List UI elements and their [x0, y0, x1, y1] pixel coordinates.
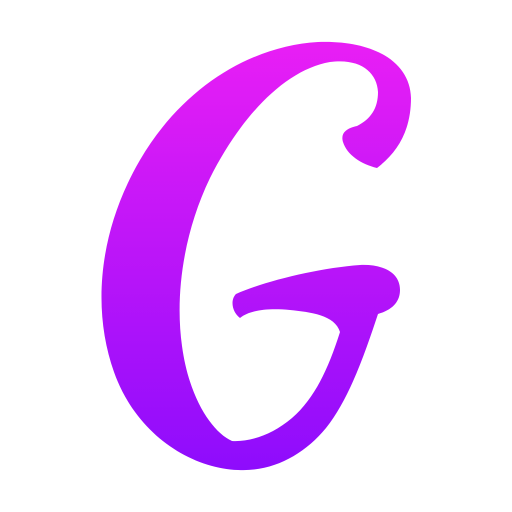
script-letter-g-logo-icon: [101, 41, 411, 471]
letter-g-glyph: [101, 41, 411, 471]
app-icon-canvas: [0, 0, 512, 512]
